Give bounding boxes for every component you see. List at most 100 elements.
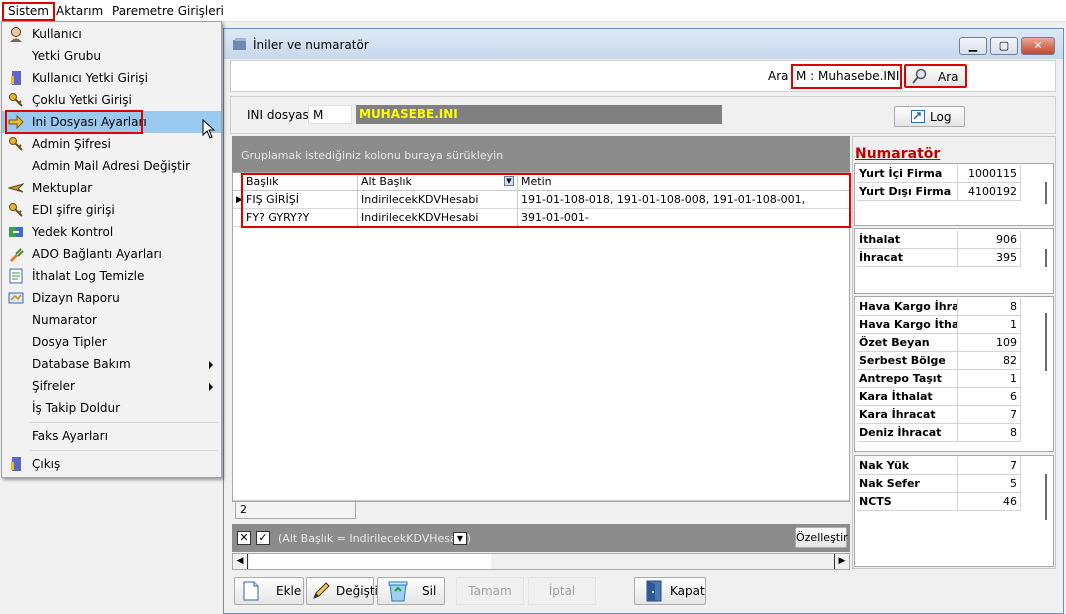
ini-name-field: MUHASEBE.INI <box>356 105 722 124</box>
menu-item-dizayn-raporu[interactable]: Dizayn Raporu <box>2 287 221 309</box>
ini-code-field[interactable]: M <box>308 105 352 124</box>
menu-item-faks-ayarlari[interactable]: Faks Ayarları <box>2 425 221 447</box>
cancel-button[interactable]: İptal <box>528 577 596 605</box>
scroll-right-icon[interactable]: ▶ <box>834 554 849 569</box>
menu-item-label: ADO Bağlantı Ayarları <box>32 247 162 261</box>
log-button[interactable]: Log <box>894 106 965 127</box>
num-value[interactable]: 8 <box>957 424 1021 442</box>
menu-item-mektuplar[interactable]: Mektuplar <box>2 177 221 199</box>
filter-checkbox[interactable]: ✓ <box>256 531 270 545</box>
menu-item-yetki-grubu[interactable]: Yetki Grubu <box>2 45 221 67</box>
menu-aktarim[interactable]: Aktarım <box>52 3 107 19</box>
num-value[interactable]: 109 <box>957 334 1021 352</box>
menu-item-label: İş Takip Doldur <box>32 401 121 415</box>
delete-button[interactable]: Sil <box>377 577 445 605</box>
menu-item-admin-sifresi[interactable]: Admin Şifresi <box>2 133 221 155</box>
minimize-button[interactable]: ▁ <box>959 37 987 55</box>
close-window-button[interactable]: ✕ <box>1021 37 1055 55</box>
key-icon <box>8 136 24 152</box>
numarator-title: Numaratör <box>855 146 941 162</box>
menu-item-kullanici-yetki[interactable]: Kullanıcı Yetki Girişi <box>2 67 221 89</box>
group-2-scrollbar[interactable] <box>1045 249 1047 267</box>
group-3-scrollbar[interactable] <box>1045 313 1047 371</box>
num-value[interactable]: 4100192 <box>957 183 1021 201</box>
window-title: İniler ve numaratör <box>253 38 369 52</box>
chevron-down-icon: ⌵ <box>887 68 895 79</box>
recycle-bin-icon <box>388 580 408 602</box>
num-value[interactable]: 46 <box>957 493 1021 511</box>
menu-item-sifreler[interactable]: Şifreler <box>2 375 221 397</box>
sistem-dropdown: Kullanıcı Yetki Grubu Kullanıcı Yetki Gi… <box>1 21 222 478</box>
menu-item-label: Çıkış <box>32 457 61 471</box>
num-label: Yurt Dışı Firma <box>857 183 957 201</box>
menu-item-label: Numarator <box>32 313 97 327</box>
filter-dropdown-icon[interactable]: ▼ <box>453 532 467 545</box>
num-value[interactable]: 395 <box>957 249 1021 267</box>
filter-bar: ✕ ✓ (Alt Başlık = IndirilecekKDVHesabi) … <box>232 524 850 552</box>
num-value[interactable]: 1 <box>957 370 1021 388</box>
add-button[interactable]: Ekle <box>234 577 304 605</box>
num-value[interactable]: 6 <box>957 388 1021 406</box>
filter-text: (Alt Başlık = IndirilecekKDVHesabi) <box>278 532 472 545</box>
menu-item-label: Dosya Tipler <box>32 335 107 349</box>
data-grid: Başlık Alt Başlık ▼ Metin ▶ FIŞ GİRİŞİ I… <box>232 172 851 502</box>
horizontal-scrollbar[interactable]: ◀ ▶ <box>232 553 850 570</box>
num-value[interactable]: 5 <box>957 475 1021 493</box>
menu-item-dosya-tipler[interactable]: Dosya Tipler <box>2 331 221 353</box>
keys-icon <box>8 202 24 218</box>
customize-button[interactable]: Özelleştir <box>795 527 848 548</box>
grid-highlight <box>241 173 851 228</box>
scroll-left-icon[interactable]: ◀ <box>233 554 248 569</box>
menu-item-cikis[interactable]: Çıkış <box>2 453 221 475</box>
clear-filter-icon[interactable]: ✕ <box>237 531 251 545</box>
scroll-thumb[interactable] <box>249 554 491 569</box>
menu-item-is-takip[interactable]: İş Takip Doldur <box>2 397 221 419</box>
num-value[interactable]: 7 <box>957 457 1021 475</box>
group-4-scrollbar[interactable] <box>1045 474 1047 520</box>
keys-icon <box>8 92 24 108</box>
plug-icon <box>8 246 24 262</box>
num-value[interactable]: 7 <box>957 406 1021 424</box>
numarator-group-2: İthalat 906 İhracat 395 <box>854 228 1054 294</box>
log-icon <box>911 110 925 123</box>
group-1-scrollbar[interactable] <box>1045 182 1047 204</box>
menu-separator <box>30 450 218 451</box>
close-button[interactable]: Kapat <box>634 577 706 605</box>
ini-select[interactable]: M : Muhasebe.INI ⌵ <box>791 64 902 89</box>
edit-button[interactable]: Değiştir <box>306 577 383 605</box>
magnifier-icon <box>912 68 928 84</box>
menu-item-database-bakim[interactable]: Database Bakım <box>2 353 221 375</box>
menu-item-kullanici[interactable]: Kullanıcı <box>2 23 221 45</box>
num-label: Özet Beyan <box>857 334 957 352</box>
menu-item-coklu-yetki[interactable]: Çoklu Yetki Girişi <box>2 89 221 111</box>
num-label: Hava Kargo İthal <box>857 316 957 334</box>
menu-parametre[interactable]: Paremetre Girişleri <box>108 3 228 19</box>
menu-sistem[interactable]: Sistem <box>2 2 55 21</box>
num-value[interactable]: 906 <box>957 231 1021 249</box>
menu-item-numarator[interactable]: Numarator <box>2 309 221 331</box>
menu-item-yedek-kontrol[interactable]: Yedek Kontrol <box>2 221 221 243</box>
search-button-label: Ara <box>938 70 959 84</box>
menu-item-ado-baglanti[interactable]: ADO Bağlantı Ayarları <box>2 243 221 265</box>
ok-button[interactable]: Tamam <box>456 577 524 605</box>
add-button-label: Ekle <box>276 584 302 598</box>
num-value[interactable]: 82 <box>957 352 1021 370</box>
menu-item-edi-sifre[interactable]: EDI şifre girişi <box>2 199 221 221</box>
menu-separator <box>30 422 218 423</box>
numarator-group-4: Nak Yük 7 Nak Sefer 5 NCTS 46 <box>854 455 1054 567</box>
group-by-panel[interactable]: Gruplamak istediğiniz kolonu buraya sürü… <box>232 136 850 172</box>
pencil-icon <box>311 581 331 601</box>
ini-menu-highlight <box>5 110 143 134</box>
num-label: Nak Sefer <box>857 475 957 493</box>
num-value[interactable]: 1000115 <box>957 165 1021 183</box>
menu-parametre-label: Paremetre Girişleri <box>112 4 224 18</box>
menu-item-label: Çoklu Yetki Girişi <box>32 93 132 107</box>
num-label: Serbest Bölge <box>857 352 957 370</box>
num-label: NCTS <box>857 493 957 511</box>
maximize-button[interactable]: ▢ <box>990 37 1018 55</box>
menu-item-admin-mail[interactable]: Admin Mail Adresi Değiştir <box>2 155 221 177</box>
menu-item-ithalat-log[interactable]: İthalat Log Temizle <box>2 265 221 287</box>
search-button[interactable]: Ara <box>904 64 967 88</box>
num-value[interactable]: 8 <box>957 298 1021 316</box>
num-value[interactable]: 1 <box>957 316 1021 334</box>
